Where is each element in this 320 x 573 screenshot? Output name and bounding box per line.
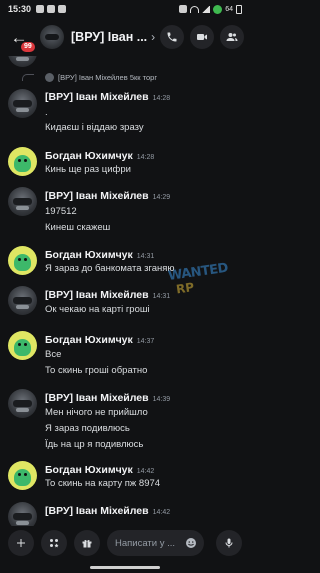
avatar[interactable] (8, 187, 37, 216)
apps-icon (50, 539, 59, 548)
avatar[interactable] (8, 246, 37, 275)
message-author[interactable]: [ВРУ] Іван Міхейлев 14:31 (45, 289, 170, 301)
message-text[interactable]: То скинь на карту пж 8974 (45, 478, 160, 489)
avatar[interactable] (8, 502, 37, 526)
video-camera-icon (197, 34, 207, 40)
reply-author: [ВРУ] Іван Міхейлев (58, 73, 128, 82)
plus-icon (17, 539, 25, 547)
nfc-icon (179, 5, 188, 13)
channel-title[interactable]: [ВРУ] Іван ... (71, 30, 147, 44)
message-author[interactable]: Богдан Юхимчук 14:28 (45, 150, 154, 162)
message-text[interactable]: Мен нічого не прийшло (45, 407, 148, 418)
status-notification-icons (36, 5, 67, 13)
reply-snippet: 5кк торг (129, 73, 158, 82)
message-text[interactable]: Їдь на цр я подивлюсь (45, 439, 143, 450)
members-button[interactable] (220, 25, 244, 49)
message-text[interactable]: Кинь ще раз цифри (45, 164, 131, 175)
home-handle[interactable] (90, 566, 160, 569)
message-timestamp: 14:39 (152, 396, 171, 403)
avatar[interactable] (8, 331, 37, 360)
message-timestamp: 14:42 (152, 509, 171, 516)
message-text[interactable]: Я зараз до банкомата зганяю (45, 263, 175, 274)
message-author[interactable]: [ВРУ] Іван Міхейлев 14:42 (45, 505, 170, 517)
microphone-icon (225, 538, 233, 548)
notification-icon (36, 5, 45, 13)
notification-icon (58, 5, 67, 13)
add-attachment-button[interactable] (8, 530, 34, 556)
message-composer (0, 528, 250, 558)
avatar[interactable] (8, 89, 37, 118)
message-list[interactable]: [ВРУ] Іван Міхейлев 5кк торг [ВРУ] Іван … (0, 56, 250, 526)
chevron-right-icon[interactable]: › (151, 30, 155, 44)
phone-icon (167, 32, 177, 42)
channel-header: ← 99 [ВРУ] Іван ... › (0, 18, 250, 56)
avatar[interactable] (8, 56, 37, 67)
unread-badge: 99 (20, 41, 36, 53)
status-time: 15:30 (8, 4, 32, 14)
message-author[interactable]: Богдан Юхимчук 14:37 (45, 334, 154, 346)
watermark-logo: WANTED RP (167, 260, 229, 297)
message-author[interactable]: [ВРУ] Іван Міхейлев 14:39 (45, 392, 170, 404)
message-author[interactable]: [ВРУ] Іван Міхейлев 14:28 (45, 91, 170, 103)
avatar[interactable] (8, 147, 37, 176)
message-timestamp: 14:37 (136, 338, 155, 345)
message-text[interactable]: Все (45, 349, 61, 360)
reply-avatar (45, 73, 54, 82)
message-timestamp: 14:29 (152, 194, 171, 201)
gift-button[interactable] (74, 530, 100, 556)
message-timestamp: 14:28 (152, 95, 171, 102)
gesture-nav-bar (0, 562, 250, 573)
message-text[interactable]: 197512 (45, 206, 77, 217)
reply-preview[interactable]: [ВРУ] Іван Міхейлев 5кк торг (58, 73, 157, 82)
emoji-button[interactable] (183, 535, 199, 551)
channel-avatar[interactable] (40, 25, 64, 49)
video-button[interactable] (190, 25, 214, 49)
header-actions (160, 25, 244, 49)
reply-connector (22, 74, 34, 81)
avatar[interactable] (8, 461, 37, 490)
smile-icon (186, 538, 196, 548)
message-text[interactable]: Ок чекаю на карті гроші (45, 304, 150, 315)
signal-icon (202, 5, 211, 13)
battery-level: 64 (225, 5, 233, 13)
status-system-icons: 64 (179, 4, 242, 14)
message-timestamp: 14:31 (136, 253, 155, 260)
voice-message-button[interactable] (216, 530, 242, 556)
message-text[interactable]: То скинь гроші обратно (45, 365, 147, 376)
message-author[interactable]: [ВРУ] Іван Міхейлев 14:29 (45, 190, 170, 202)
battery-saver-icon (213, 4, 223, 14)
message-text[interactable]: Я зараз подивлюсь (45, 423, 130, 434)
message-author[interactable]: Богдан Юхимчук 14:42 (45, 464, 154, 476)
message-text[interactable]: . (45, 107, 48, 118)
message-text[interactable]: Кинеш скажеш (45, 222, 110, 233)
message-timestamp: 14:28 (136, 154, 155, 161)
status-bar: 15:30 64 (0, 0, 250, 18)
message-text[interactable]: Кидаєш і віддаю зразу (45, 122, 144, 133)
apps-button[interactable] (41, 530, 67, 556)
wifi-icon (190, 5, 200, 13)
gift-icon (82, 540, 92, 548)
notification-icon (47, 5, 56, 13)
message-timestamp: 14:42 (136, 468, 155, 475)
call-button[interactable] (160, 25, 184, 49)
battery-icon (236, 4, 242, 14)
avatar[interactable] (8, 389, 37, 418)
message-author[interactable]: Богдан Юхимчук 14:31 (45, 249, 154, 261)
avatar[interactable] (8, 286, 37, 315)
people-icon (226, 33, 238, 41)
back-button[interactable]: ← 99 (6, 24, 36, 53)
